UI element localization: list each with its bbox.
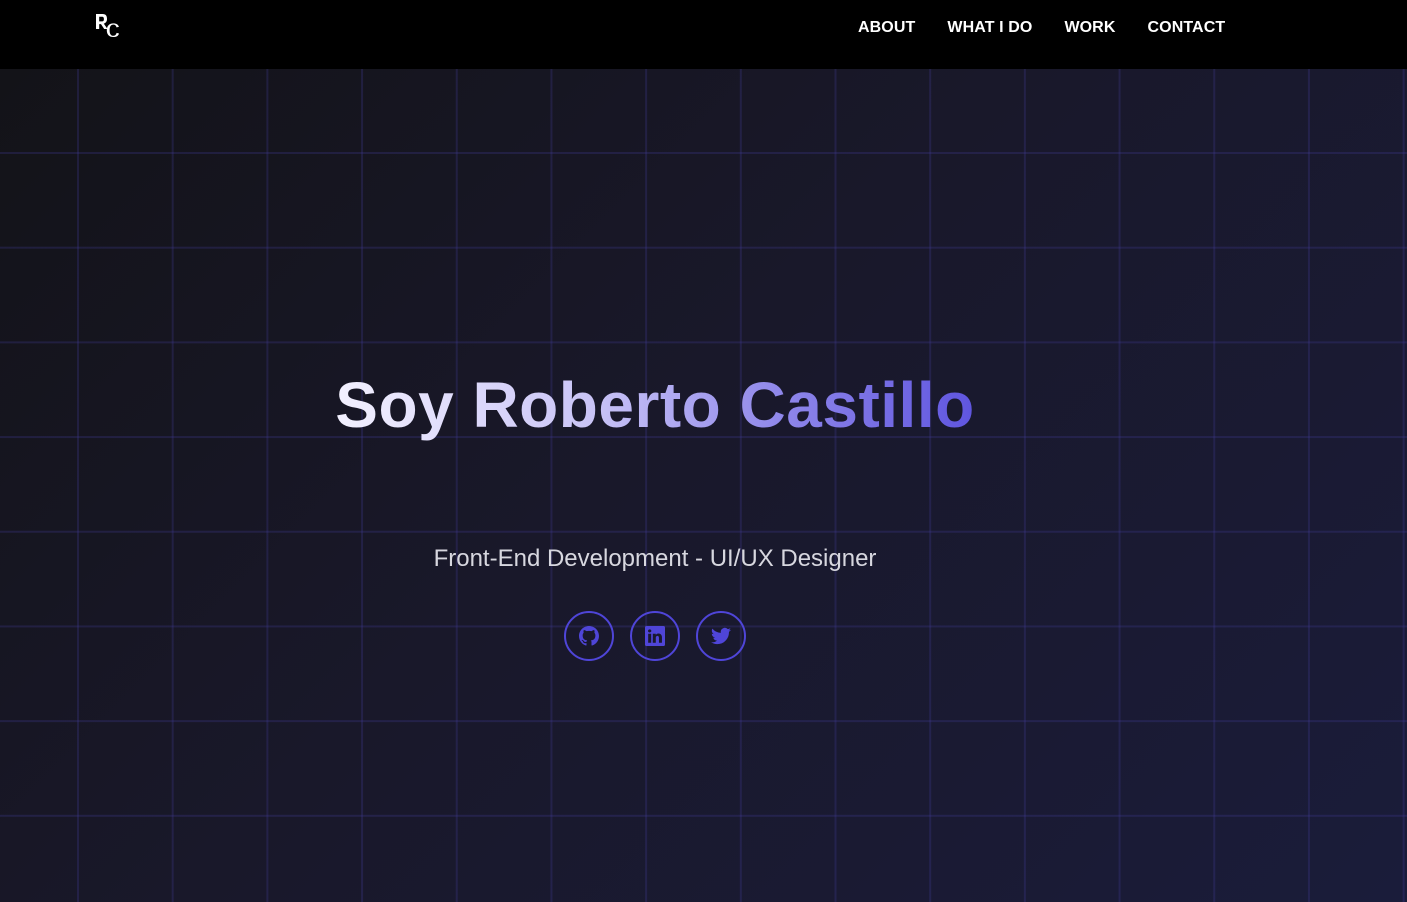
- social-links: [564, 611, 746, 661]
- linkedin-icon: [645, 626, 665, 646]
- nav-link-what-i-do[interactable]: WHAT I DO: [947, 19, 1032, 37]
- hero-title: Soy Roberto Castillo: [0, 368, 1310, 442]
- nav-link-work[interactable]: WORK: [1064, 19, 1115, 37]
- hero-section: [0, 69, 1407, 902]
- nav-links: ABOUT WHAT I DO WORK CONTACT: [858, 19, 1225, 37]
- nav-link-about[interactable]: ABOUT: [858, 19, 915, 37]
- twitter-button[interactable]: [696, 611, 746, 661]
- nav-item-about: ABOUT: [858, 19, 915, 37]
- logo-mark: [96, 14, 119, 37]
- navbar: ABOUT WHAT I DO WORK CONTACT: [0, 0, 1407, 69]
- grid-background: [0, 69, 1407, 902]
- nav-item-work: WORK: [1064, 19, 1115, 37]
- github-icon: [579, 626, 599, 646]
- github-button[interactable]: [564, 611, 614, 661]
- nav-item-what-i-do: WHAT I DO: [947, 19, 1032, 37]
- hero-subtitle: Front-End Development - UI/UX Designer: [433, 545, 877, 572]
- twitter-icon: [711, 627, 731, 645]
- nav-item-contact: CONTACT: [1148, 19, 1226, 37]
- linkedin-button[interactable]: [630, 611, 680, 661]
- nav-link-contact[interactable]: CONTACT: [1148, 19, 1226, 37]
- hero-title-text: Soy Roberto Castillo: [335, 369, 975, 441]
